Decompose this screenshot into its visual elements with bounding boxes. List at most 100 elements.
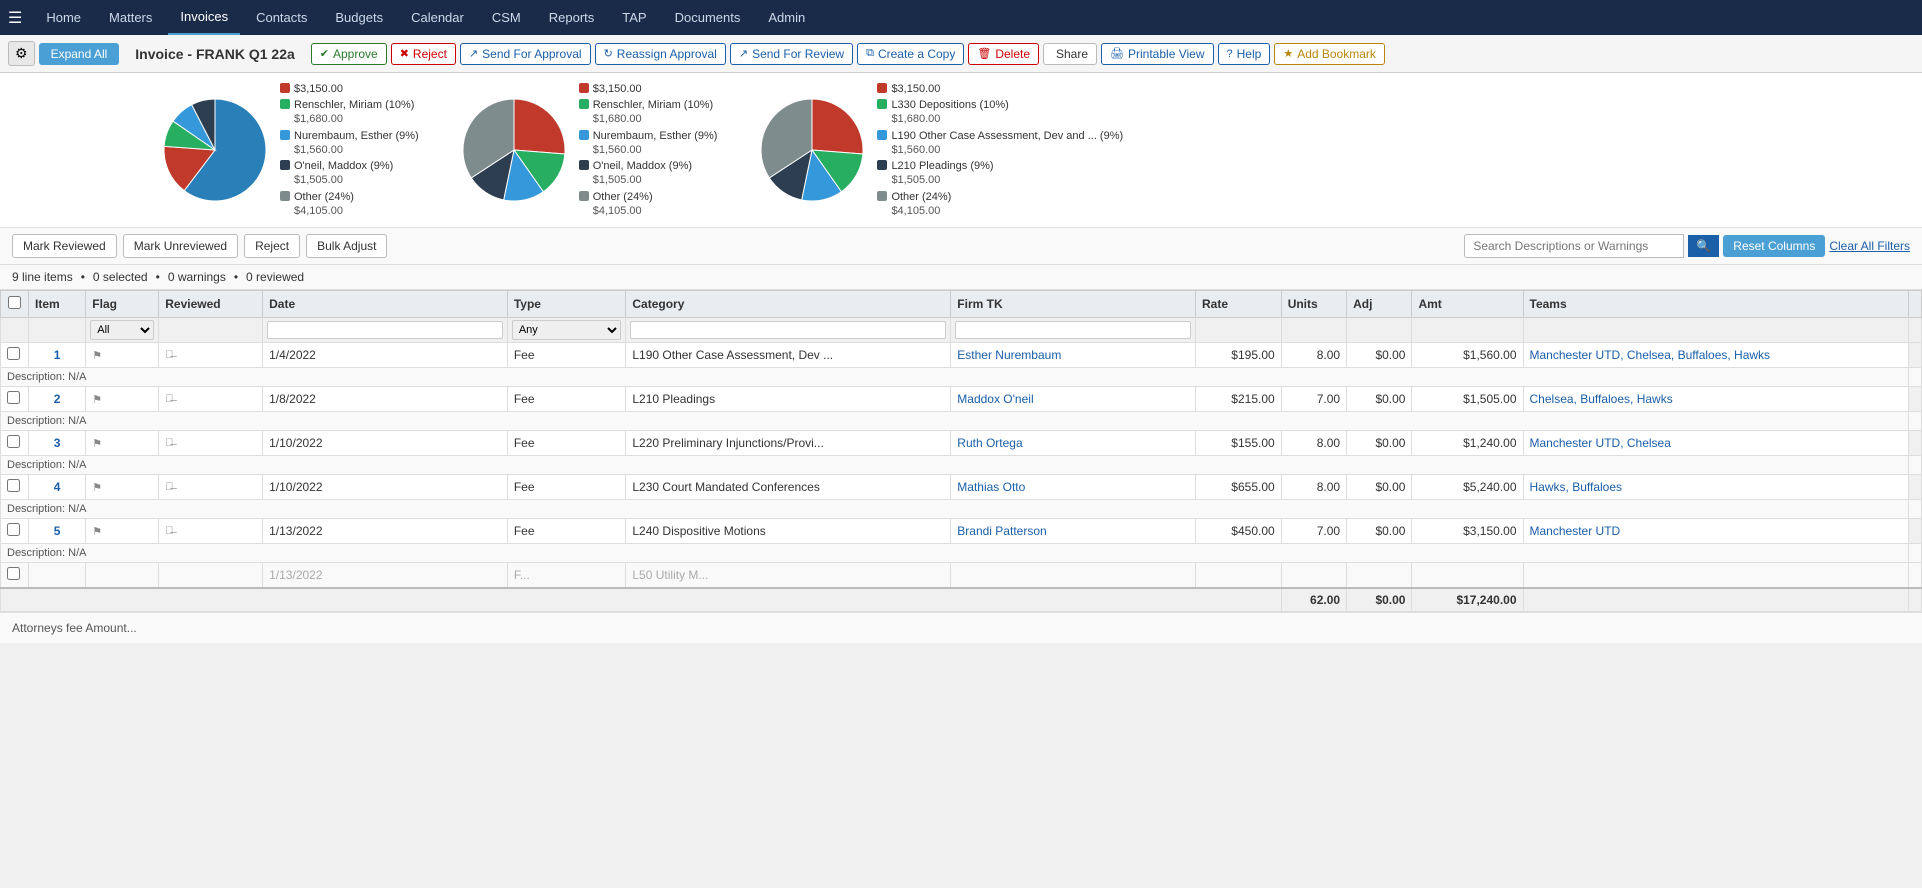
gear-button[interactable]: ⚙ bbox=[8, 41, 35, 66]
category-filter[interactable] bbox=[630, 321, 946, 339]
nav-item-calendar[interactable]: Calendar bbox=[399, 0, 476, 35]
reviewed-icon[interactable]: 👁̶ bbox=[159, 431, 263, 456]
row-adj: $0.00 bbox=[1347, 519, 1412, 544]
invoice-title: Invoice - FRANK Q1 22a bbox=[135, 46, 295, 62]
row-adj: $0.00 bbox=[1347, 431, 1412, 456]
row-type: Fee bbox=[507, 519, 626, 544]
flag-icon[interactable]: ⚑ bbox=[86, 475, 159, 500]
row-description: Description: N/A bbox=[1, 368, 1922, 387]
row-checkbox-5[interactable] bbox=[7, 523, 20, 536]
reviewed-icon[interactable]: 👁̶ bbox=[159, 387, 263, 412]
row-checkbox-1[interactable] bbox=[7, 347, 20, 360]
nav-item-home[interactable]: Home bbox=[34, 0, 93, 35]
warnings-count: 0 warnings bbox=[168, 270, 226, 284]
nav-item-csm[interactable]: CSM bbox=[480, 0, 533, 35]
legend-item: $3,150.00 bbox=[877, 82, 1123, 96]
expand-all-button[interactable]: Expand All bbox=[39, 43, 120, 65]
line-items-table: Item Flag Reviewed Date Type Category Fi… bbox=[0, 290, 1922, 612]
row-description: Description: N/A bbox=[1, 544, 1922, 563]
nav-item-invoices[interactable]: Invoices bbox=[168, 0, 240, 35]
flag-icon[interactable]: ⚑ bbox=[86, 387, 159, 412]
row-description: Description: N/A bbox=[1, 456, 1922, 475]
reject-button[interactable]: ✖Reject bbox=[391, 43, 456, 65]
col-amt: Amt bbox=[1412, 291, 1523, 318]
flag-filter[interactable]: All bbox=[90, 320, 154, 340]
reviewed-icon[interactable]: 👁̶ bbox=[159, 343, 263, 368]
flag-icon[interactable]: ⚑ bbox=[86, 343, 159, 368]
clear-filters-button[interactable]: Clear All Filters bbox=[1829, 239, 1910, 253]
row-number[interactable]: 4 bbox=[29, 475, 86, 500]
description-text: Description: N/A bbox=[1, 456, 1909, 475]
date-filter[interactable] bbox=[267, 321, 503, 339]
row-teams[interactable]: Chelsea, Buffaloes, Hawks bbox=[1523, 387, 1908, 412]
create-a-copy-button[interactable]: ⧉Create a Copy bbox=[857, 43, 964, 65]
row-units: 8.00 bbox=[1281, 475, 1346, 500]
share-button[interactable]: Share bbox=[1043, 43, 1097, 65]
line-items-header: 9 line items • 0 selected • 0 warnings •… bbox=[0, 265, 1922, 290]
nav-item-admin[interactable]: Admin bbox=[756, 0, 817, 35]
row-firm-tk[interactable]: Esther Nurembaum bbox=[951, 343, 1196, 368]
row-amt: $1,505.00 bbox=[1412, 387, 1523, 412]
row-checkbox-4[interactable] bbox=[7, 479, 20, 492]
chart-2: $3,150.00Renschler, Miriam (10%)$1,680.0… bbox=[459, 83, 718, 217]
firm-tk-filter[interactable] bbox=[955, 321, 1191, 339]
search-button[interactable]: 🔍 bbox=[1688, 235, 1719, 257]
row-firm-tk[interactable]: Maddox O'neil bbox=[951, 387, 1196, 412]
hamburger-icon[interactable]: ☰ bbox=[8, 8, 22, 28]
add-bookmark-button[interactable]: ★Add Bookmark bbox=[1274, 43, 1385, 65]
send-for-approval-button[interactable]: ↗Send For Approval bbox=[460, 43, 591, 65]
reviewed-icon[interactable]: 👁̶ bbox=[159, 475, 263, 500]
row-teams[interactable]: Manchester UTD, Chelsea, Buffaloes, Hawk… bbox=[1523, 343, 1908, 368]
legend-item: $3,150.00 bbox=[579, 82, 718, 96]
search-input[interactable] bbox=[1464, 234, 1684, 258]
nav-item-reports[interactable]: Reports bbox=[537, 0, 607, 35]
row-amt: $1,560.00 bbox=[1412, 343, 1523, 368]
legend-item: Nurembaum, Esther (9%)$1,560.00 bbox=[280, 129, 419, 158]
row-checkbox-3[interactable] bbox=[7, 435, 20, 448]
row-number[interactable]: 2 bbox=[29, 387, 86, 412]
delete-button[interactable]: 🗑Delete bbox=[968, 43, 1039, 65]
nav-item-budgets[interactable]: Budgets bbox=[323, 0, 395, 35]
bulk-adjust-button[interactable]: Bulk Adjust bbox=[306, 234, 387, 258]
row-firm-tk[interactable]: Mathias Otto bbox=[951, 475, 1196, 500]
type-filter[interactable]: Any Fee Expense bbox=[512, 320, 622, 340]
row-number[interactable]: 3 bbox=[29, 431, 86, 456]
row-description: Description: N/A bbox=[1, 412, 1922, 431]
nav-item-documents[interactable]: Documents bbox=[663, 0, 753, 35]
flag-icon[interactable]: ⚑ bbox=[86, 519, 159, 544]
nav-item-matters[interactable]: Matters bbox=[97, 0, 164, 35]
legend-item: Renschler, Miriam (10%)$1,680.00 bbox=[280, 98, 419, 127]
col-category: Category bbox=[626, 291, 951, 318]
col-adj: Adj bbox=[1347, 291, 1412, 318]
flag-icon[interactable]: ⚑ bbox=[86, 431, 159, 456]
nav-item-tap[interactable]: TAP bbox=[610, 0, 658, 35]
row-number[interactable]: 1 bbox=[29, 343, 86, 368]
row-firm-tk[interactable]: Ruth Ortega bbox=[951, 431, 1196, 456]
send-for-review-button[interactable]: ↗Send For Review bbox=[730, 43, 853, 65]
row-amt: $3,150.00 bbox=[1412, 519, 1523, 544]
description-text: Description: N/A bbox=[1, 368, 1909, 387]
nav-item-contacts[interactable]: Contacts bbox=[244, 0, 319, 35]
row-firm-tk[interactable]: Brandi Patterson bbox=[951, 519, 1196, 544]
row-teams[interactable]: Manchester UTD, Chelsea bbox=[1523, 431, 1908, 456]
row-checkbox-2[interactable] bbox=[7, 391, 20, 404]
row-category: L190 Other Case Assessment, Dev ... bbox=[626, 343, 951, 368]
description-text: Description: N/A bbox=[1, 500, 1909, 519]
row-teams[interactable]: Hawks, Buffaloes bbox=[1523, 475, 1908, 500]
row-teams[interactable]: Manchester UTD bbox=[1523, 519, 1908, 544]
reset-columns-button[interactable]: Reset Columns bbox=[1723, 235, 1825, 257]
approve-button[interactable]: ✔Approve bbox=[311, 43, 387, 65]
reassign-approval-button[interactable]: ↻Reassign Approval bbox=[595, 43, 726, 65]
printable-view-button[interactable]: 🖨Printable View bbox=[1101, 43, 1213, 65]
col-teams: Teams bbox=[1523, 291, 1908, 318]
selected-count: 0 selected bbox=[93, 270, 148, 284]
legend-item: Other (24%)$4,105.00 bbox=[280, 190, 419, 219]
row-number[interactable]: 5 bbox=[29, 519, 86, 544]
select-all-checkbox[interactable] bbox=[8, 296, 21, 309]
reviewed-icon[interactable]: 👁̶ bbox=[159, 519, 263, 544]
mark-reviewed-button[interactable]: Mark Reviewed bbox=[12, 234, 117, 258]
row-description: Description: N/A bbox=[1, 500, 1922, 519]
mark-unreviewed-button[interactable]: Mark Unreviewed bbox=[123, 234, 238, 258]
reject-button[interactable]: Reject bbox=[244, 234, 300, 258]
help-button[interactable]: ?Help bbox=[1218, 43, 1271, 65]
